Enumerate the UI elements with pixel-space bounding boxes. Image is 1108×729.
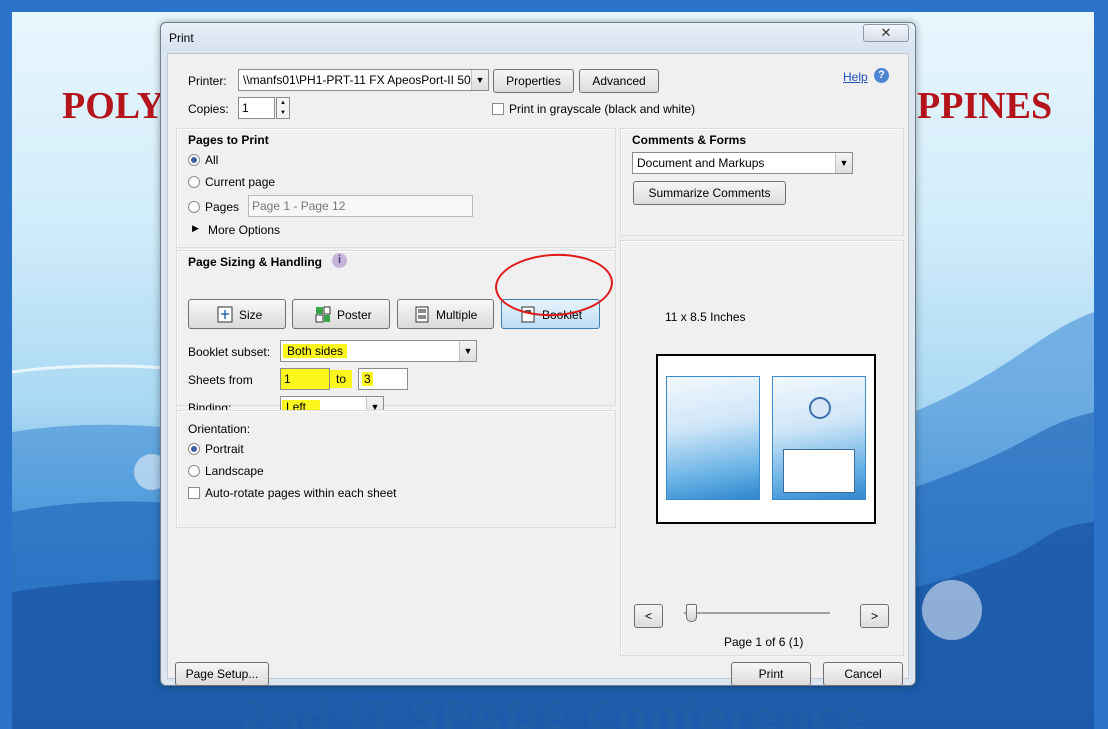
comments-value: Document and Markups (637, 156, 765, 170)
slide-heading: 2nd IT SPADE Conference (239, 692, 867, 729)
preview-sheet (656, 354, 876, 524)
sheets-from-label: Sheets from (188, 373, 253, 387)
page-setup-button[interactable]: Page Setup... (175, 662, 269, 686)
size-button[interactable]: Size (188, 299, 286, 329)
sheets-to-label: to (330, 370, 353, 388)
print-dialog: Print ✕ Printer: \\manfs01\PH1-PRT-11 FX… (160, 22, 916, 686)
current-page-radio[interactable] (188, 176, 200, 188)
comments-forms-heading: Comments & Forms (632, 133, 747, 147)
properties-button[interactable]: Properties (493, 69, 574, 93)
slide-title-right: PPINES (917, 85, 1053, 127)
portrait-radio[interactable] (188, 443, 200, 455)
slide-title-left: POLY (62, 85, 165, 127)
preview-page-front (772, 376, 866, 500)
page-slider-thumb[interactable] (686, 604, 697, 622)
landscape-radio[interactable] (188, 465, 200, 477)
prev-page-button[interactable]: < (634, 604, 663, 628)
help-link[interactable]: Help (843, 70, 868, 84)
grayscale-checkbox[interactable] (492, 103, 504, 115)
booklet-button[interactable]: Booklet (501, 299, 600, 329)
size-icon (217, 306, 233, 323)
printer-select[interactable]: \\manfs01\PH1-PRT-11 FX ApeosPort-II 50 … (238, 69, 489, 91)
printer-label: Printer: (188, 74, 227, 88)
cancel-button[interactable]: Cancel (823, 662, 903, 686)
booklet-subset-select[interactable]: Both sides ▼ (280, 340, 477, 362)
dialog-client-area: Printer: \\manfs01\PH1-PRT-11 FX ApeosPo… (167, 53, 909, 686)
booklet-subset-label: Booklet subset: (188, 345, 271, 359)
pages-radio[interactable] (188, 201, 200, 213)
comments-select[interactable]: Document and Markups ▼ (632, 152, 853, 174)
poster-icon (315, 306, 331, 323)
paper-size-text: 11 x 8.5 Inches (665, 310, 746, 324)
summarize-comments-button[interactable]: Summarize Comments (633, 181, 786, 205)
close-button[interactable]: ✕ (863, 24, 909, 42)
chevron-down-icon: ▼ (459, 341, 476, 361)
current-page-label: Current page (205, 175, 276, 189)
booklet-icon (521, 306, 535, 323)
portrait-label: Portrait (205, 442, 244, 456)
sheets-to-input[interactable]: 3 (358, 368, 408, 390)
printer-value: \\manfs01\PH1-PRT-11 FX ApeosPort-II 50 (243, 73, 471, 87)
title-bar: Print ✕ (161, 23, 915, 51)
all-radio[interactable] (188, 154, 200, 166)
page-slider-track[interactable] (684, 612, 830, 614)
copies-input[interactable]: 1 (238, 97, 275, 119)
sheets-from-input[interactable]: 1 (280, 368, 330, 390)
poster-button[interactable]: Poster (292, 299, 390, 329)
page-sizing-heading: Page Sizing & Handling (188, 255, 323, 269)
page-indicator: Page 1 of 6 (1) (724, 635, 804, 649)
grayscale-label: Print in grayscale (black and white) (509, 102, 696, 116)
print-button[interactable]: Print (731, 662, 811, 686)
preview-image-box (783, 449, 855, 493)
preview-page-back (666, 376, 760, 500)
expand-triangle-icon[interactable]: ▶ (192, 223, 199, 234)
more-options-toggle[interactable]: More Options (208, 223, 280, 237)
orientation-heading: Orientation: (188, 422, 251, 436)
booklet-subset-value: Both sides (283, 344, 348, 358)
autorotate-label: Auto-rotate pages within each sheet (205, 486, 397, 500)
copies-stepper[interactable]: ▲ ▼ (276, 97, 290, 119)
dialog-title: Print (169, 31, 194, 45)
next-page-button[interactable]: > (860, 604, 889, 628)
advanced-button[interactable]: Advanced (579, 69, 659, 93)
info-icon[interactable]: i (332, 253, 347, 268)
landscape-label: Landscape (205, 464, 264, 478)
autorotate-checkbox[interactable] (188, 487, 200, 499)
pages-range-input[interactable]: Page 1 - Page 12 (248, 195, 473, 217)
all-label: All (205, 153, 219, 167)
help-icon[interactable]: ? (874, 68, 889, 83)
logo-icon (809, 397, 831, 419)
chevron-down-icon: ▼ (835, 153, 852, 173)
chevron-down-icon: ▼ (471, 70, 488, 90)
pages-to-print-heading: Pages to Print (188, 133, 269, 147)
copies-label: Copies: (188, 102, 229, 116)
multiple-button[interactable]: Multiple (397, 299, 494, 329)
multiple-icon (415, 306, 429, 323)
pages-label: Pages (205, 200, 240, 214)
